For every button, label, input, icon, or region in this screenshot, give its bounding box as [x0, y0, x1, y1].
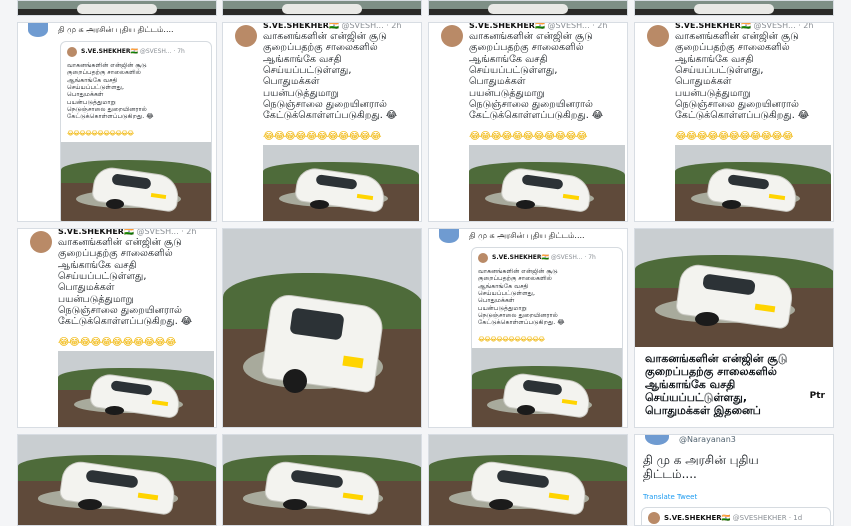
result-thumb-2-1[interactable]: தி மு க அரசின் புதிய திட்டம்.... S.VE.SH… — [17, 22, 217, 222]
result-thumb-3-4[interactable]: வாகனங்களின் என்ஜின் சூடு குறைப்பதற்கு சா… — [634, 228, 834, 428]
tweet-caption: தி மு க அரசின் புதிய திட்டம்.... — [643, 453, 759, 482]
tweet-author: S.VE.SHEKHER🇮🇳 @SVESH... · 2h — [675, 22, 814, 30]
quoted-tweet: S.VE.SHEKHER🇮🇳 @SVESHEKHER · 1d — [641, 507, 831, 525]
result-thumb-1-2[interactable] — [222, 0, 422, 16]
tweet-text: வாகனங்களின் என்ஜின் சூடு குறைப்பதற்கு சா… — [67, 62, 154, 121]
result-thumb-3-3[interactable]: தி மு க அரசின் புதிய திட்டம்.... S.VE.SH… — [428, 228, 628, 428]
result-thumb-2-4[interactable]: S.VE.SHEKHER🇮🇳 @SVESH... · 2h வாகனங்களின… — [634, 22, 834, 222]
tweet-text: வாகனங்களின் என்ஜின் சூடு குறைப்பதற்கு சா… — [263, 31, 398, 122]
car-pothole-photo — [18, 435, 216, 525]
tweet-card: S.VE.SHEKHER🇮🇳 @SVESH... · 2h வாகனங்களின… — [635, 23, 833, 221]
result-thumb-1-3[interactable] — [428, 0, 628, 16]
result-thumb-2-3[interactable]: S.VE.SHEKHER🇮🇳 @SVESH... · 2h வாகனங்களின… — [428, 22, 628, 222]
tweet-author: S.VE.SHEKHER🇮🇳 @SVESH... · 7h — [81, 48, 185, 55]
result-thumb-4-1[interactable] — [17, 434, 217, 526]
emoji-row: 😂😂😂😂😂😂😂😂😂😂😂 — [469, 131, 588, 142]
result-thumb-4-2[interactable] — [222, 434, 422, 526]
tweet-text: வாகனங்களின் என்ஜின் சூடு குறைப்பதற்கு சா… — [58, 237, 193, 328]
tweet-card: S.VE.SHEKHER🇮🇳 @SVESH... · 2h வாகனங்களின… — [18, 229, 216, 427]
tweet-text: வாகனங்களின் என்ஜின் சூடு குறைப்பதற்கு சா… — [675, 31, 810, 122]
emoji-row: 😂😂😂😂😂😂😂😂😂😂😂 — [263, 131, 382, 142]
car-pothole-photo — [429, 435, 627, 525]
tweet-caption: தி மு க அரசின் புதிய திட்டம்.... — [469, 231, 585, 240]
result-thumb-4-3[interactable] — [428, 434, 628, 526]
tweet-card: தி மு க அரசின் புதிய திட்டம்.... S.VE.SH… — [18, 23, 216, 221]
tweet-author: S.VE.SHEKHER🇮🇳 @SVESH... · 2h — [263, 22, 402, 30]
avatar — [28, 23, 48, 37]
tweet-handle: @Narayanan3 — [679, 435, 736, 444]
avatar — [439, 229, 459, 243]
car-pothole-photo — [58, 351, 214, 427]
emoji-row: 😂😂😂😂😂😂😂😂😂😂😂 — [67, 130, 134, 137]
avatar — [647, 25, 669, 47]
tweet-text: வாகனங்களின் என்ஜின் சூடு குறைப்பதற்கு சா… — [478, 268, 565, 327]
emoji-row: 😂😂😂😂😂😂😂😂😂😂😂 — [478, 336, 545, 343]
car-pothole-photo — [472, 348, 622, 427]
car-pothole-photo — [61, 142, 211, 221]
tweet-author: S.VE.SHEKHER🇮🇳 @SVESH... · 2h — [469, 22, 608, 30]
translate-link[interactable]: Translate Tweet — [643, 493, 697, 501]
avatar — [478, 253, 488, 263]
avatar — [645, 435, 669, 445]
result-thumb-3-2[interactable] — [222, 228, 422, 428]
avatar — [441, 25, 463, 47]
tweet-author: S.VE.SHEKHER🇮🇳 @SVESH... · 7h — [492, 254, 596, 261]
car-pothole-photo — [469, 145, 625, 221]
avatar — [648, 512, 660, 524]
result-thumb-1-1[interactable] — [17, 0, 217, 16]
car-pothole-photo — [223, 229, 421, 427]
tweet-author: S.VE.SHEKHER🇮🇳 @SVESHEKHER · 1d — [664, 514, 803, 522]
avatar — [235, 25, 257, 47]
overlay-caption: வாகனங்களின் என்ஜின் சூடு குறைப்பதற்கு சா… — [645, 352, 788, 417]
ptr-label: Ptr — [809, 391, 825, 401]
result-thumb-3-1[interactable]: S.VE.SHEKHER🇮🇳 @SVESH... · 2h வாகனங்களின… — [17, 228, 217, 428]
quoted-tweet: S.VE.SHEKHER🇮🇳 @SVESH... · 7h வாகனங்களின… — [471, 247, 623, 427]
avatar — [67, 47, 77, 57]
tweet-card: @Narayanan3 தி மு க அரசின் புதிய திட்டம்… — [635, 435, 833, 525]
car-pothole-photo — [635, 229, 833, 347]
quoted-tweet: S.VE.SHEKHER🇮🇳 @SVESH... · 7h வாகனங்களின… — [60, 41, 212, 221]
car-pothole-photo — [223, 435, 421, 525]
tweet-card: S.VE.SHEKHER🇮🇳 @SVESH... · 2h வாகனங்களின… — [429, 23, 627, 221]
tweet-caption: தி மு க அரசின் புதிய திட்டம்.... — [58, 25, 174, 34]
tweet-author: S.VE.SHEKHER🇮🇳 @SVESH... · 2h — [58, 228, 197, 236]
emoji-row: 😂😂😂😂😂😂😂😂😂😂😂 — [675, 131, 794, 142]
tweet-text: வாகனங்களின் என்ஜின் சூடு குறைப்பதற்கு சா… — [469, 31, 604, 122]
emoji-row: 😂😂😂😂😂😂😂😂😂😂😂 — [58, 337, 177, 348]
result-thumb-2-2[interactable]: S.VE.SHEKHER🇮🇳 @SVESH... · 2h வாகனங்களின… — [222, 22, 422, 222]
car-pothole-photo — [263, 145, 419, 221]
avatar — [30, 231, 52, 253]
result-thumb-1-4[interactable] — [634, 0, 834, 16]
tweet-card: தி மு க அரசின் புதிய திட்டம்.... S.VE.SH… — [429, 229, 627, 427]
result-thumb-4-4[interactable]: @Narayanan3 தி மு க அரசின் புதிய திட்டம்… — [634, 434, 834, 526]
car-pothole-photo — [675, 145, 831, 221]
tweet-card: S.VE.SHEKHER🇮🇳 @SVESH... · 2h வாகனங்களின… — [223, 23, 421, 221]
